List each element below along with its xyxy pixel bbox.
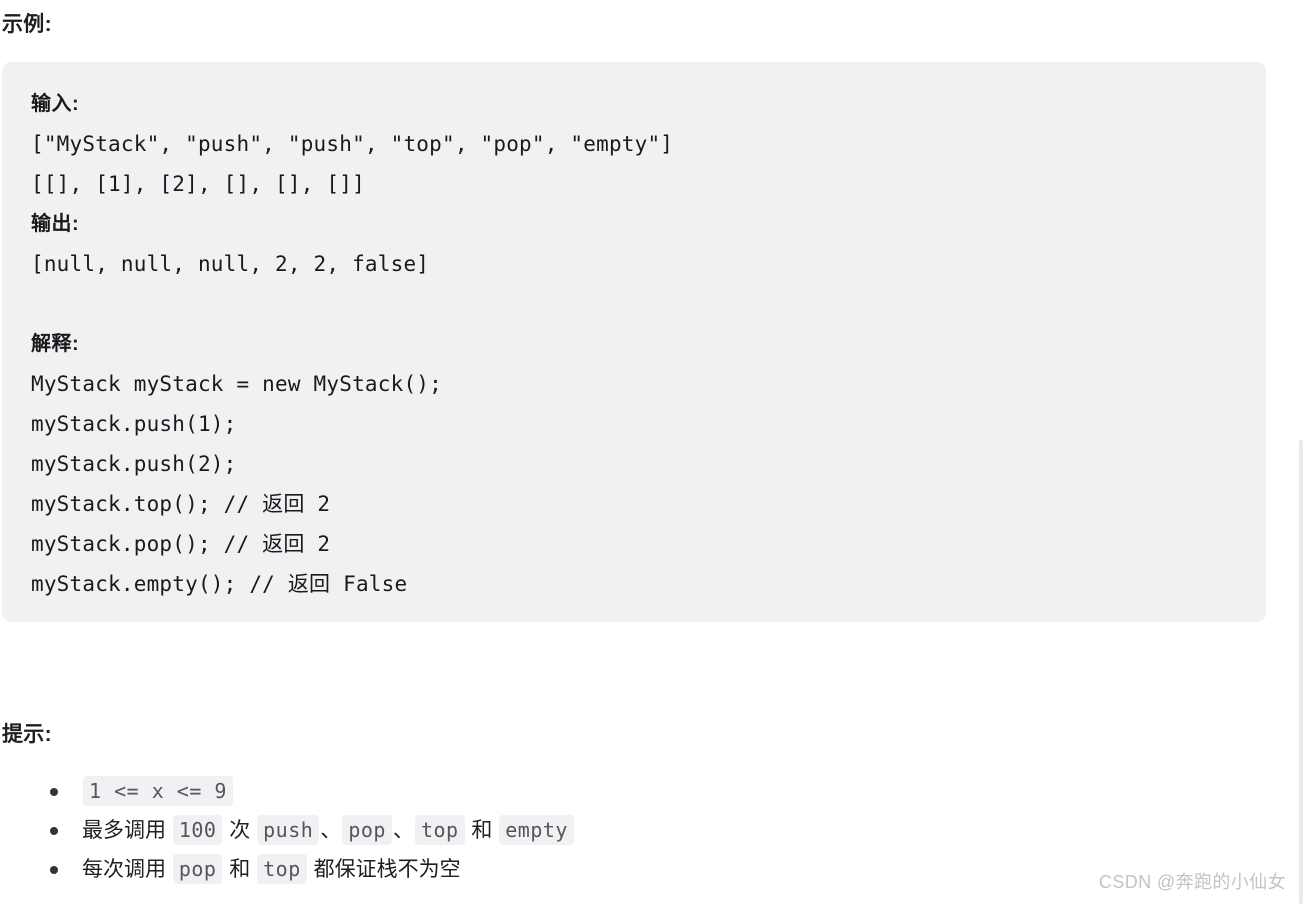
hint-text: 和: [465, 819, 499, 842]
code-line: myStack.empty(); // 返回 False: [31, 572, 408, 596]
code-line: myStack.push(2);: [31, 452, 237, 476]
code-section-label: 解释:: [31, 333, 80, 355]
hint-text: 次: [223, 819, 257, 842]
hint-text: 最多调用: [82, 819, 172, 842]
hints-list: 1 <= x <= 9 最多调用 100 次 push、 pop、 top 和 emp…: [0, 772, 1260, 889]
list-item: 每次调用 pop 和 top 都保证栈不为空: [0, 850, 1260, 889]
hint-text: 都保证栈不为空: [307, 858, 461, 881]
code-line: [null, null, null, 2, 2, false]: [31, 252, 430, 276]
code-line: myStack.pop(); // 返回 2: [31, 532, 331, 556]
page-title-hints: 提示:: [2, 723, 52, 746]
code-section-label: 输入:: [31, 93, 80, 115]
inline-code-token: empty: [499, 815, 574, 845]
bullet-icon: [50, 865, 58, 874]
page-title-example: 示例:: [2, 13, 52, 36]
inline-code-token: 100: [172, 815, 223, 845]
inline-code-token: pop: [172, 854, 223, 884]
example-code-block: 输入: ["MyStack", "push", "push", "top", "p…: [2, 62, 1266, 622]
list-item: 最多调用 100 次 push、 pop、 top 和 empty: [0, 811, 1260, 850]
code-line: ["MyStack", "push", "push", "top", "pop"…: [31, 132, 674, 156]
inline-code-token: 1 <= x <= 9: [83, 776, 233, 806]
code-line: MyStack myStack = new MyStack();: [31, 372, 442, 396]
hint-text: 和: [223, 858, 257, 881]
inline-code-token: top: [414, 815, 465, 845]
hint-text: 、: [320, 819, 342, 842]
watermark: CSDN @奔跑的小仙女: [1098, 872, 1286, 892]
inline-code-token: pop: [342, 815, 392, 845]
code-line: myStack.push(1);: [31, 412, 237, 436]
hint-text: 每次调用: [82, 858, 172, 881]
inline-code-token: top: [257, 854, 307, 884]
code-line: [[], [1], [2], [], [], []]: [31, 172, 365, 196]
bullet-icon: [50, 787, 58, 796]
vertical-scrollbar[interactable]: [1299, 440, 1303, 904]
hint-text: 、: [392, 819, 414, 842]
bullet-icon: [50, 826, 58, 835]
list-item: 1 <= x <= 9: [0, 772, 1260, 811]
code-line: myStack.top(); // 返回 2: [31, 492, 331, 516]
code-section-label: 输出:: [31, 213, 80, 235]
document-page: 示例: 输入: ["MyStack", "push", "push", "top"…: [0, 0, 1306, 904]
inline-code-token: push: [257, 815, 320, 845]
